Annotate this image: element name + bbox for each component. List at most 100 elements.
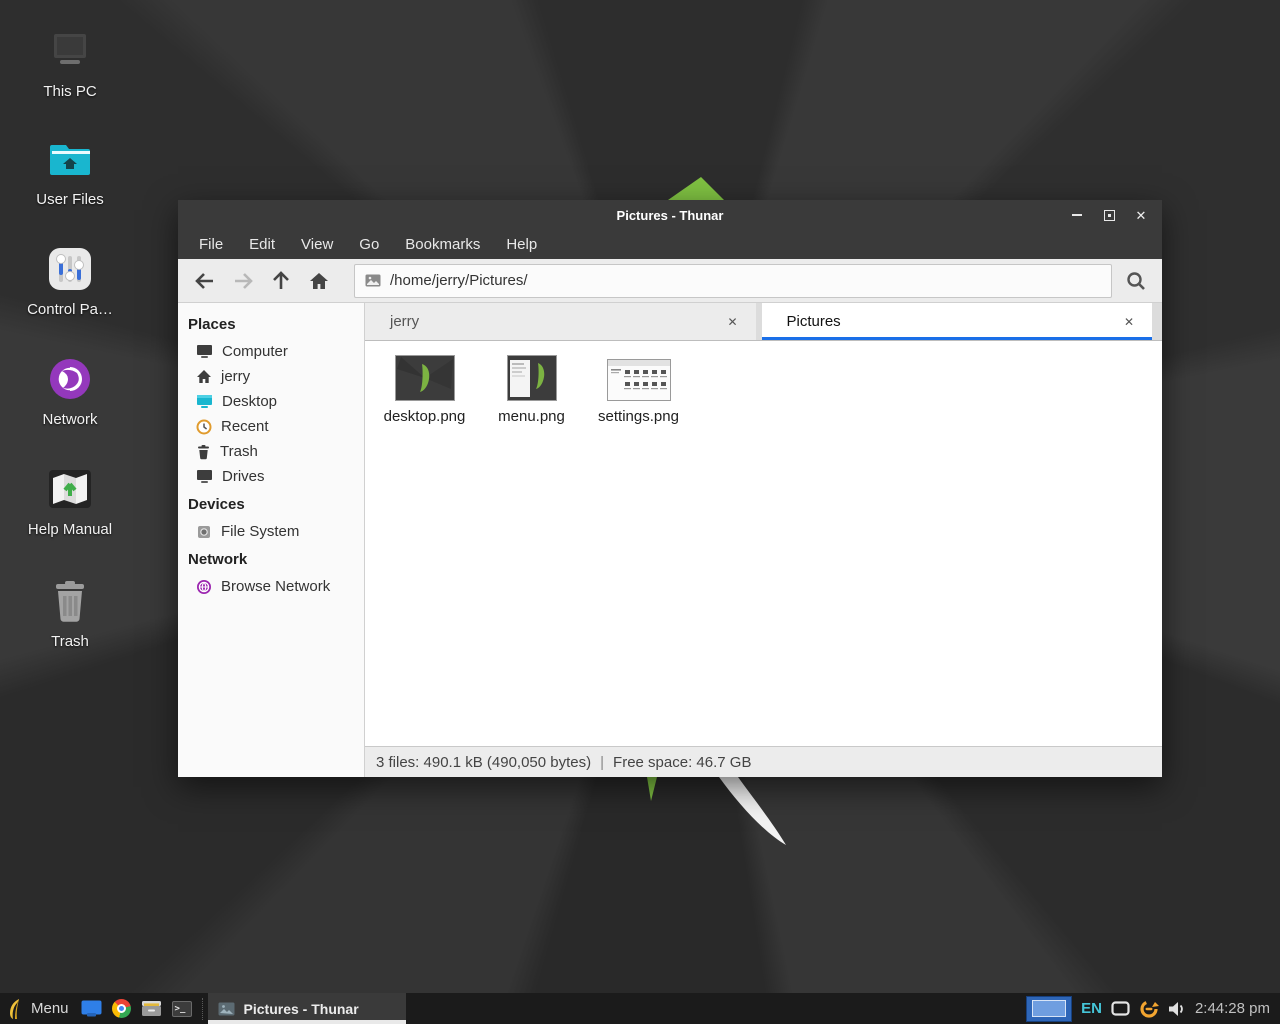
taskbar-task-pictures-thunar[interactable]: Pictures - Thunar — [208, 993, 406, 1024]
thunar-window: Pictures - Thunar ✕ File Edit View Go Bo… — [178, 200, 1162, 777]
image-mimetype-icon — [365, 274, 381, 287]
tab-close-icon[interactable]: ✕ — [1120, 311, 1138, 333]
status-bar: 3 files: 490.1 kB (490,050 bytes) | Free… — [365, 746, 1162, 777]
status-files-text: 3 files: 490.1 kB (490,050 bytes) — [376, 754, 591, 771]
toolbar: /home/jerry/Pictures/ — [178, 259, 1162, 303]
home-button[interactable] — [302, 264, 336, 298]
sidebar-header-network: Network — [178, 544, 364, 574]
content-pane: jerry ✕ Pictures ✕ desktop.png — [365, 303, 1162, 777]
window-titlebar[interactable]: Pictures - Thunar ✕ — [178, 200, 1162, 230]
sidebar-header-devices: Devices — [178, 489, 364, 519]
maximize-button[interactable] — [1096, 203, 1122, 227]
recent-clock-icon — [196, 419, 212, 435]
trash-can-icon — [5, 575, 135, 627]
desktop-icon-help-manual[interactable]: Help Manual — [5, 463, 135, 538]
menu-file[interactable]: File — [199, 236, 223, 253]
menu-bookmarks[interactable]: Bookmarks — [405, 236, 480, 253]
sidebar-item-browse-network[interactable]: Browse Network — [178, 574, 364, 599]
file-settings-png[interactable]: settings.png — [589, 353, 688, 425]
update-manager-icon[interactable] — [1139, 999, 1159, 1019]
workspace-switcher[interactable] — [1026, 996, 1072, 1022]
maximize-icon — [1104, 210, 1115, 221]
trash-icon — [196, 444, 211, 460]
menu-help[interactable]: Help — [506, 236, 537, 253]
sidebar-header-places: Places — [178, 309, 364, 339]
desktop-icon-control-panel[interactable]: Control Pa… — [5, 243, 135, 318]
panel-separator — [202, 998, 203, 1020]
workspace-1 — [1032, 1000, 1066, 1017]
desktop-icon-label: Control Pa… — [5, 301, 135, 318]
file-menu-png[interactable]: menu.png — [482, 353, 581, 425]
display-tray-icon[interactable] — [1111, 1001, 1130, 1016]
close-button[interactable]: ✕ — [1128, 203, 1154, 227]
keyboard-layout-indicator[interactable]: EN — [1081, 1000, 1102, 1017]
desktop-icon-trash[interactable]: Trash — [5, 575, 135, 650]
sidebar-item-computer[interactable]: Computer — [178, 339, 364, 364]
desktop-icon-label: Help Manual — [5, 521, 135, 538]
chrome-icon — [112, 999, 131, 1018]
desktop-png-thumbnail — [395, 355, 455, 401]
tab-pictures[interactable]: Pictures ✕ — [762, 303, 1153, 340]
tab-bar: jerry ✕ Pictures ✕ — [365, 303, 1162, 341]
search-button[interactable] — [1116, 263, 1156, 299]
menubar: File Edit View Go Bookmarks Help — [178, 230, 1162, 259]
browse-network-globe-icon — [196, 579, 212, 595]
computer-icon — [196, 344, 213, 359]
close-icon: ✕ — [1136, 209, 1147, 222]
network-globe-icon — [5, 353, 135, 405]
desktop-icon-label: User Files — [5, 191, 135, 208]
control-panel-sliders-icon — [5, 243, 135, 295]
desktop-icon-this-pc[interactable]: This PC — [5, 25, 135, 100]
sidebar-item-trash[interactable]: Trash — [178, 439, 364, 464]
archive-icon — [141, 1000, 162, 1017]
menu-view[interactable]: View — [301, 236, 333, 253]
menu-png-thumbnail — [507, 355, 557, 401]
file-name: menu.png — [482, 408, 581, 425]
desktop-icon-user-files[interactable]: User Files — [5, 133, 135, 208]
archive-manager-launcher[interactable] — [137, 993, 167, 1024]
desktop-icon — [196, 394, 213, 409]
search-icon — [1125, 270, 1147, 292]
file-name: settings.png — [589, 408, 688, 425]
tab-jerry[interactable]: jerry ✕ — [365, 303, 756, 340]
volume-icon[interactable] — [1168, 1001, 1186, 1017]
status-divider: | — [600, 754, 604, 771]
menu-edit[interactable]: Edit — [249, 236, 275, 253]
back-arrow-icon — [195, 273, 215, 289]
tab-close-icon[interactable]: ✕ — [723, 311, 741, 333]
sidebar-item-drives[interactable]: Drives — [178, 464, 364, 489]
sidebar-item-recent[interactable]: Recent — [178, 414, 364, 439]
minimize-button[interactable] — [1064, 203, 1090, 227]
sidebar-item-home-jerry[interactable]: jerry — [178, 364, 364, 389]
distro-logo-icon — [8, 998, 24, 1020]
thunar-task-icon — [218, 1002, 235, 1016]
sidebar-item-desktop[interactable]: Desktop — [178, 389, 364, 414]
home-icon — [196, 369, 212, 384]
menu-button-label: Menu — [31, 1000, 69, 1017]
file-manager-launcher[interactable] — [77, 993, 107, 1024]
forward-button[interactable] — [226, 264, 260, 298]
chrome-launcher[interactable] — [107, 993, 137, 1024]
clock[interactable]: 2:44:28 pm — [1195, 1000, 1270, 1017]
desktop-icon-network[interactable]: Network — [5, 353, 135, 428]
path-text: /home/jerry/Pictures/ — [390, 272, 528, 289]
up-button[interactable] — [264, 264, 298, 298]
sidebar: Places Computer jerry Desktop Recent Tra… — [178, 303, 365, 777]
menu-button[interactable]: Menu — [0, 993, 77, 1024]
file-desktop-png[interactable]: desktop.png — [375, 353, 474, 425]
terminal-icon: >_ — [172, 1001, 192, 1017]
this-pc-icon — [5, 25, 135, 77]
taskbar: Menu >_ Pictures - Thunar EN 2:44:28 pm — [0, 993, 1280, 1024]
sidebar-item-file-system[interactable]: File System — [178, 519, 364, 544]
home-icon — [309, 272, 329, 290]
path-bar[interactable]: /home/jerry/Pictures/ — [354, 264, 1112, 298]
back-button[interactable] — [188, 264, 222, 298]
status-free-space: Free space: 46.7 GB — [613, 754, 751, 771]
user-files-folder-icon — [5, 133, 135, 185]
up-arrow-icon — [273, 271, 289, 291]
terminal-launcher[interactable]: >_ — [167, 993, 197, 1024]
file-system-drive-icon — [196, 524, 212, 540]
file-view[interactable]: desktop.png menu.png settings.png — [365, 341, 1162, 746]
menu-go[interactable]: Go — [359, 236, 379, 253]
desktop-icon-label: Trash — [5, 633, 135, 650]
